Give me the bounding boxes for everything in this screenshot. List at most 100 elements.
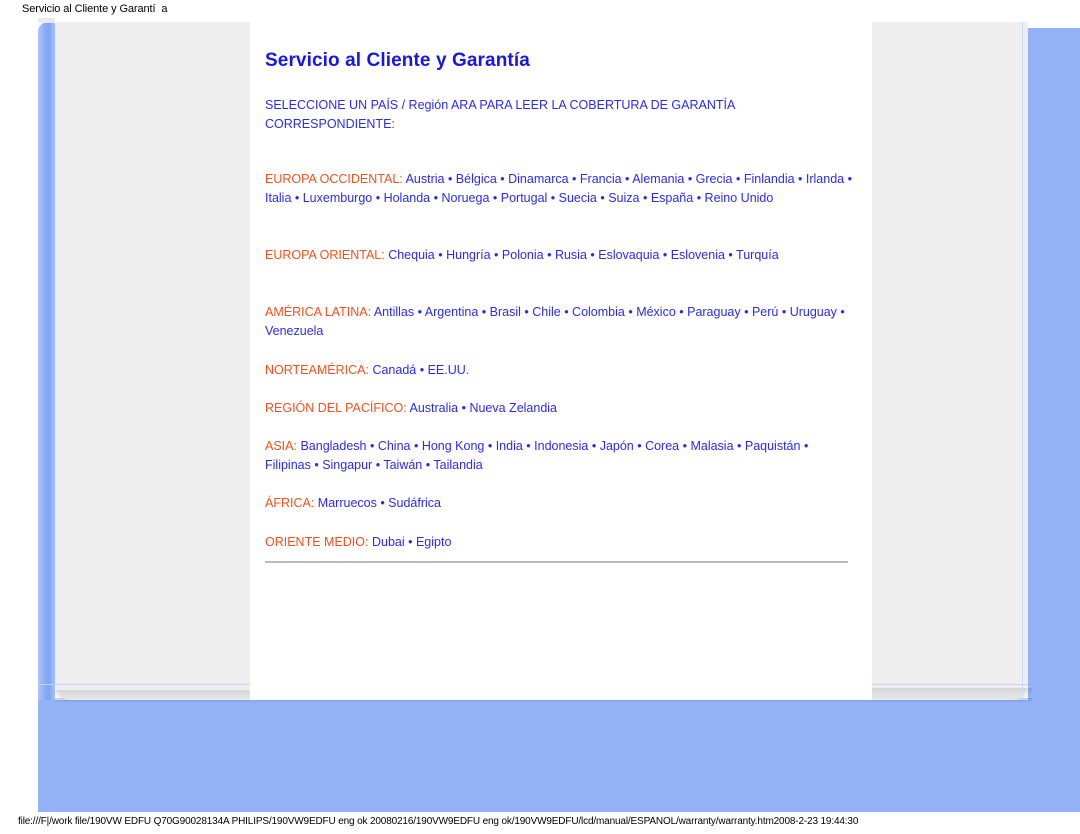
country-link[interactable]: Italia <box>265 191 291 205</box>
bullet-separator: • <box>489 191 501 205</box>
country-link[interactable]: Austria <box>406 172 445 186</box>
country-link[interactable]: Bangladesh <box>300 439 366 453</box>
bullet-separator: • <box>430 191 442 205</box>
bullet-separator: • <box>366 439 378 453</box>
country-link[interactable]: Hong Kong <box>422 439 485 453</box>
country-link[interactable]: Hungría <box>446 248 490 262</box>
country-link[interactable]: Reino Unido <box>705 191 774 205</box>
bullet-separator: • <box>844 172 852 186</box>
bullet-separator: • <box>693 191 705 205</box>
country-link[interactable]: Dinamarca <box>508 172 568 186</box>
bullet-separator: • <box>732 172 744 186</box>
region-label: REGIÓN DEL PACÍFICO: <box>265 401 407 415</box>
region-label: AMÉRICA LATINA: <box>265 305 372 319</box>
country-link[interactable]: Francia <box>580 172 622 186</box>
country-link[interactable]: Antillas <box>374 305 414 319</box>
country-link[interactable]: Polonia <box>502 248 544 262</box>
bullet-separator: • <box>490 248 502 262</box>
country-link[interactable]: Nueva Zelandia <box>469 401 557 415</box>
country-link[interactable]: Chequia <box>388 248 435 262</box>
country-link[interactable]: Paraguay <box>687 305 741 319</box>
country-link[interactable]: Portugal <box>501 191 548 205</box>
country-link[interactable]: EE.UU. <box>428 363 470 377</box>
bullet-separator: • <box>800 439 809 453</box>
country-link[interactable]: Alemania <box>632 172 684 186</box>
bullet-separator: • <box>733 439 745 453</box>
bullet-separator: • <box>596 191 609 205</box>
country-link[interactable]: España <box>651 191 693 205</box>
country-link[interactable]: Egipto <box>416 535 451 549</box>
country-link[interactable]: Eslovaquia <box>598 248 659 262</box>
country-link[interactable]: Brasil <box>490 305 521 319</box>
bullet-separator: • <box>568 172 580 186</box>
country-link[interactable]: Suecia <box>559 191 597 205</box>
country-link[interactable]: Suiza <box>608 191 639 205</box>
country-link[interactable]: Singapur <box>322 458 372 472</box>
bullet-separator: • <box>633 439 646 453</box>
country-link[interactable]: Chile <box>532 305 561 319</box>
right-side-panel[interactable] <box>872 22 1028 700</box>
country-link[interactable]: Sudáfrica <box>388 496 441 510</box>
region-paragraph: EUROPA OCCIDENTAL: Austria • Bélgica • D… <box>265 170 857 208</box>
bullet-separator: • <box>543 248 555 262</box>
country-link[interactable]: Japón <box>600 439 634 453</box>
country-link[interactable]: Corea <box>645 439 679 453</box>
bullet-separator: • <box>404 535 416 549</box>
status-bar-path: file:///F|/work file/190VW EDFU Q70G9002… <box>18 816 859 827</box>
country-link[interactable]: Noruega <box>441 191 489 205</box>
bullet-separator: • <box>372 191 384 205</box>
status-bar: file:///F|/work file/190VW EDFU Q70G9002… <box>0 812 1080 834</box>
bullet-separator: • <box>679 439 691 453</box>
card-bottom-rule-left <box>38 684 55 685</box>
country-link[interactable]: Australia <box>409 401 458 415</box>
country-link[interactable]: China <box>378 439 411 453</box>
country-link[interactable]: Luxemburgo <box>303 191 373 205</box>
country-link[interactable]: Argentina <box>425 305 479 319</box>
bullet-separator: • <box>372 458 384 472</box>
bullet-separator: • <box>520 305 533 319</box>
region-label: NORTEAMÉRICA: <box>265 363 369 377</box>
country-link[interactable]: India <box>496 439 523 453</box>
country-link[interactable]: Venezuela <box>265 324 323 338</box>
country-link[interactable]: Taiwán <box>383 458 422 472</box>
country-link[interactable]: México <box>636 305 676 319</box>
country-link[interactable]: Bélgica <box>456 172 497 186</box>
bullet-separator: • <box>624 305 637 319</box>
bullet-separator: • <box>414 305 425 319</box>
region-paragraph: ORIENTE MEDIO: Dubai • Egipto <box>265 533 857 552</box>
country-link[interactable]: Filipinas <box>265 458 311 472</box>
country-link[interactable]: Turquía <box>736 248 779 262</box>
country-link[interactable]: Eslovenia <box>671 248 725 262</box>
left-blue-rail <box>38 22 55 700</box>
bullet-separator: • <box>621 172 633 186</box>
left-nav-panel[interactable] <box>55 22 250 700</box>
window-title: Servicio al Cliente y Garantí a <box>22 3 168 15</box>
bullet-separator: • <box>444 172 456 186</box>
country-link[interactable]: Paquistán <box>745 439 801 453</box>
region-label: EUROPA OCCIDENTAL: <box>265 172 403 186</box>
region-paragraph: ÁFRICA: Marruecos • Sudáfrica <box>265 494 857 513</box>
country-link[interactable]: Finlandia <box>744 172 795 186</box>
region-paragraph: EUROPA ORIENTAL: Chequia • Hungría • Pol… <box>265 246 857 265</box>
bullet-separator: • <box>484 439 496 453</box>
country-link[interactable]: Perú <box>752 305 778 319</box>
country-link[interactable]: Uruguay <box>790 305 837 319</box>
country-link[interactable]: Colombia <box>572 305 625 319</box>
country-link[interactable]: Grecia <box>696 172 733 186</box>
country-link[interactable]: Tailandia <box>433 458 482 472</box>
country-link[interactable]: Dubai <box>372 535 405 549</box>
country-link[interactable]: Marruecos <box>318 496 377 510</box>
country-link[interactable]: Malasia <box>690 439 733 453</box>
bullet-separator: • <box>416 363 428 377</box>
country-link[interactable]: Rusia <box>555 248 587 262</box>
intro-paragraph: SELECCIONE UN PAÍS / Región ARA PARA LEE… <box>265 98 735 131</box>
left-rail-cap <box>38 18 55 23</box>
bullet-separator: • <box>310 458 323 472</box>
country-link[interactable]: Indonesia <box>534 439 588 453</box>
bullet-separator: • <box>496 172 509 186</box>
country-link[interactable]: Holanda <box>384 191 431 205</box>
country-link[interactable]: Canadá <box>372 363 416 377</box>
page-title: Servicio al Cliente y Garantía <box>265 50 530 71</box>
country-link[interactable]: Irlanda <box>806 172 844 186</box>
region-label: ASIA: <box>265 439 297 453</box>
